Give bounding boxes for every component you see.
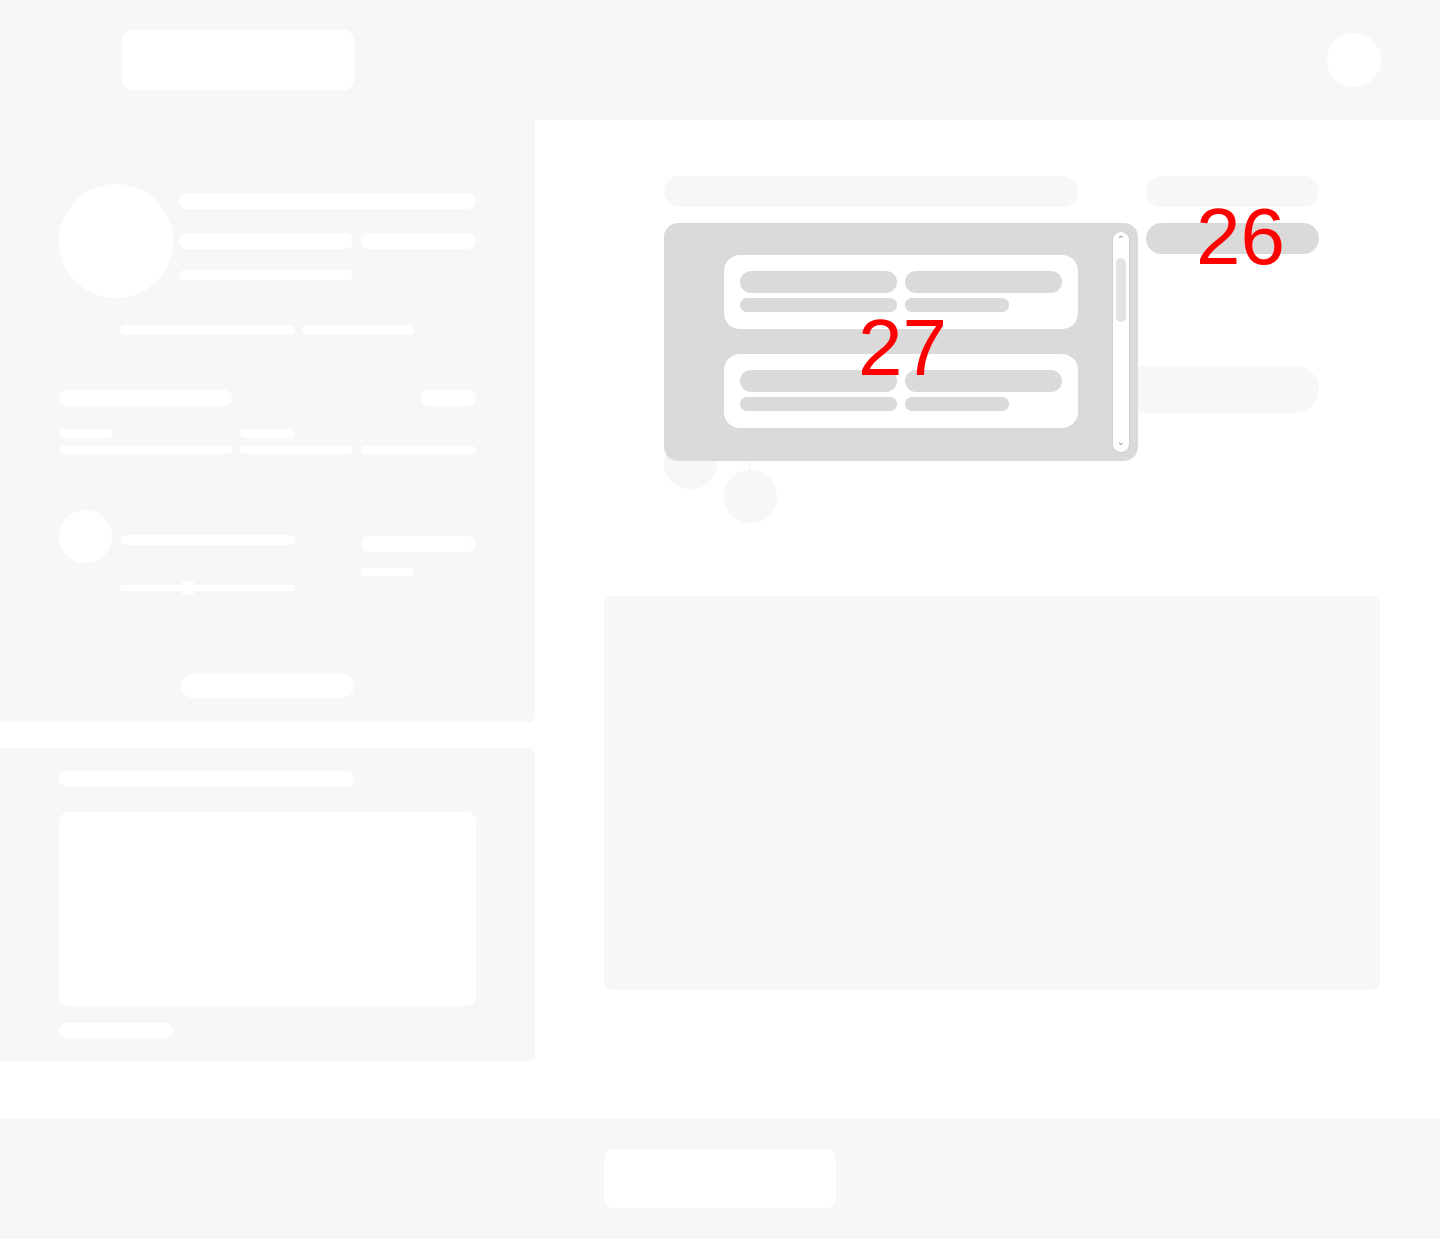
profile-name-placeholder <box>179 193 476 209</box>
item-meta-placeholder <box>361 568 414 576</box>
profile-meta-placeholder <box>179 270 353 280</box>
card-media-placeholder <box>59 812 476 1006</box>
section-heading-placeholder <box>59 390 232 406</box>
stat-label-placeholder <box>59 429 113 438</box>
chevron-down-icon[interactable]: ⌄ <box>1113 436 1129 450</box>
main-input-placeholder[interactable] <box>1120 366 1319 413</box>
stat-label-placeholder <box>240 429 294 438</box>
item-action-placeholder[interactable] <box>361 536 476 552</box>
stat-value-placeholder <box>361 446 476 454</box>
rating-placeholder <box>120 585 295 591</box>
card-heading-placeholder <box>59 771 354 787</box>
stat-value-placeholder <box>59 446 232 454</box>
main-content-panel <box>604 596 1380 990</box>
profile-detail-placeholder <box>179 233 353 249</box>
profile-link-placeholder[interactable] <box>120 325 295 335</box>
participant-avatar <box>724 470 777 523</box>
header <box>0 0 1440 120</box>
item-field-placeholder <box>740 271 897 293</box>
profile-detail-placeholder <box>361 233 476 249</box>
star-icon <box>182 581 194 595</box>
item-field-placeholder <box>905 271 1062 293</box>
annotation-label-26: 26 <box>1196 192 1285 281</box>
view-more-button[interactable] <box>181 674 354 698</box>
profile-link-placeholder[interactable] <box>302 325 414 335</box>
footer-logo[interactable] <box>604 1149 836 1208</box>
chevron-up-icon[interactable]: ⌃ <box>1113 234 1129 248</box>
item-subfield-placeholder <box>905 397 1009 411</box>
item-title-placeholder <box>120 535 295 545</box>
scroll-thumb[interactable] <box>1116 258 1126 322</box>
logo[interactable] <box>122 30 354 90</box>
item-subfield-placeholder <box>740 397 897 411</box>
stat-value-placeholder <box>240 446 353 454</box>
secondary-card <box>0 748 535 1061</box>
user-avatar[interactable] <box>1327 33 1381 87</box>
section-action-placeholder[interactable] <box>421 390 476 406</box>
profile-avatar <box>59 184 173 298</box>
profile-card <box>0 120 535 722</box>
item-avatar <box>59 510 112 563</box>
popup-scrollbar[interactable]: ⌃ ⌄ <box>1112 231 1130 453</box>
annotation-label-27: 27 <box>858 303 947 392</box>
card-link-placeholder[interactable] <box>59 1023 173 1038</box>
main-title-placeholder <box>664 176 1078 207</box>
